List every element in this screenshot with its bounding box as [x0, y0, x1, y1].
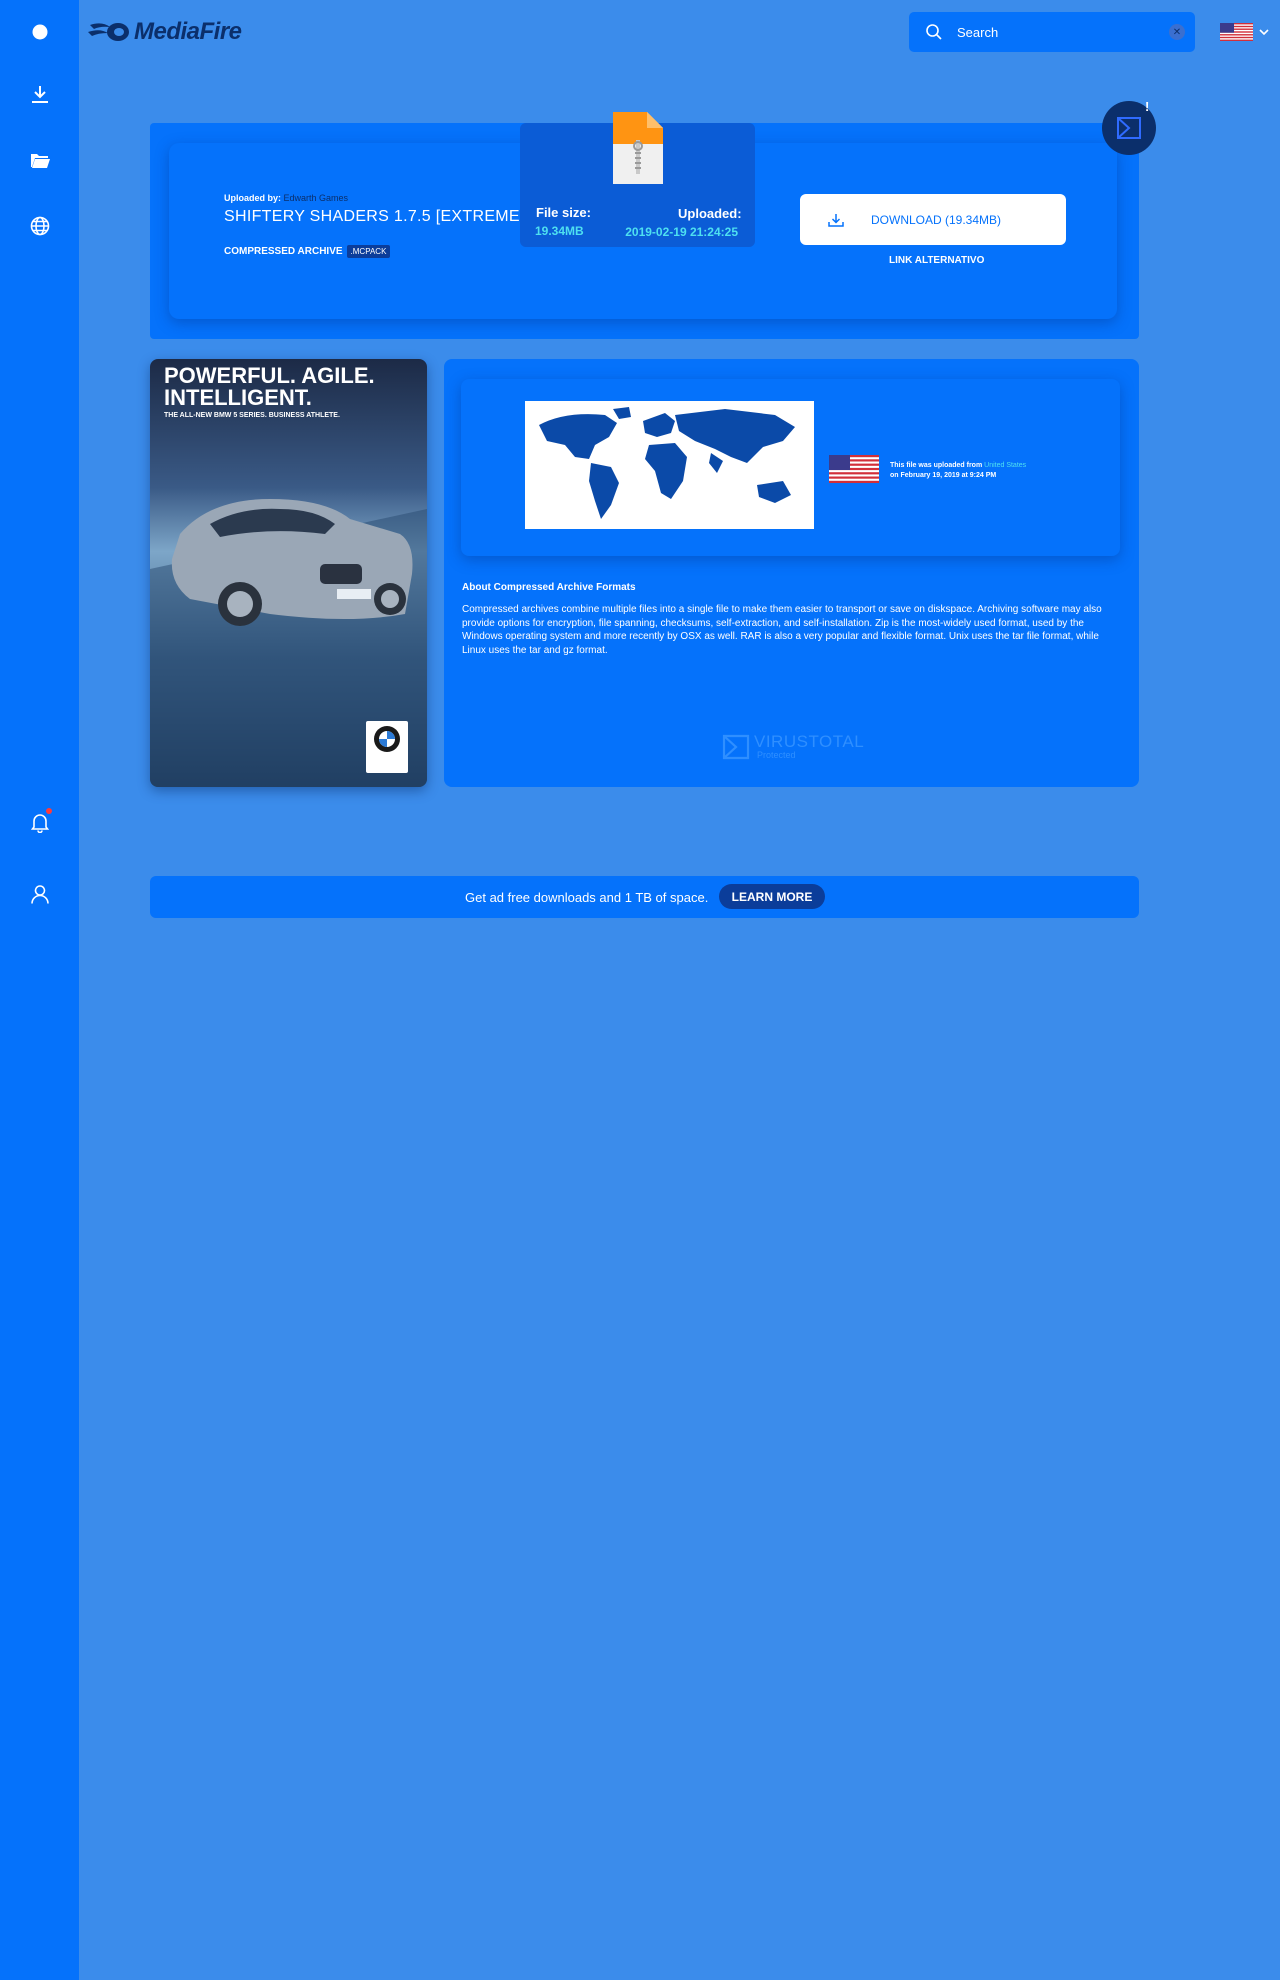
virustotal-name: VIRUSTOTAL — [754, 732, 865, 751]
file-type: COMPRESSED ARCHIVE .MCPACK — [224, 245, 391, 258]
account-button[interactable] — [20, 874, 60, 914]
folder-icon — [31, 154, 50, 168]
mediafire-logo[interactable]: MediaFire — [88, 18, 242, 46]
file-size-label: File size: — [536, 205, 591, 220]
user-icon — [31, 885, 49, 904]
virustotal-protected: VIRUSTOTAL Protected — [722, 733, 864, 761]
uploaded-label: Uploaded: — [678, 206, 742, 221]
uploaded-by: Uploaded by: Edwarth Games — [224, 193, 348, 203]
upload-country: United States — [984, 462, 1027, 469]
bmw-advertisement[interactable]: POWERFUL. AGILE. INTELLIGENT. THE ALL-NE… — [150, 359, 427, 787]
learn-more-button[interactable]: LEARN MORE — [719, 884, 825, 909]
logo-icon — [88, 23, 129, 41]
my-files-button[interactable] — [20, 140, 60, 180]
notification-badge — [46, 808, 52, 814]
virustotal-alert: ! — [1145, 99, 1150, 114]
chevron-down-icon — [1259, 28, 1269, 35]
sidebar — [0, 0, 79, 1980]
world-map — [525, 401, 814, 529]
clear-icon[interactable]: ✕ — [1169, 24, 1185, 40]
file-title: SHIFTERY SHADERS 1.7.5 [EXTREME] — [224, 208, 525, 225]
bell-icon — [30, 814, 50, 833]
logo-text: MediaFire — [134, 18, 242, 45]
about-title: About Compressed Archive Formats — [462, 582, 636, 593]
download-button[interactable]: DOWNLOAD (19.34MB) — [800, 194, 1066, 245]
bmw-roundel-icon — [374, 726, 400, 752]
upload-date-line: on February 19, 2019 at 9:24 PM — [890, 472, 997, 479]
uploaded-value: 2019-02-19 21:24:25 — [625, 225, 738, 239]
us-flag-icon — [829, 455, 879, 483]
upload-location: This file was uploaded from United State… — [890, 461, 1026, 481]
file-type-label: COMPRESSED ARCHIVE — [224, 246, 343, 257]
search-icon[interactable] — [925, 23, 943, 41]
file-size-value: 19.34MB — [535, 224, 584, 238]
download-button-label: DOWNLOAD (19.34MB) — [871, 212, 1002, 227]
about-text: Compressed archives combine multiple fil… — [462, 604, 1102, 656]
virustotal-status: Protected — [757, 750, 796, 760]
language-selector[interactable] — [1220, 23, 1269, 41]
uploader-name[interactable]: Edwarth Games — [284, 193, 349, 203]
circle-icon — [32, 24, 48, 40]
virustotal-icon — [722, 734, 750, 760]
web-button[interactable] — [20, 206, 60, 246]
home-circle-button[interactable] — [20, 12, 60, 52]
download-icon — [828, 213, 844, 227]
downloads-button[interactable] — [20, 74, 60, 114]
globe-icon — [30, 216, 50, 236]
promo-text: Get ad free downloads and 1 TB of space. — [465, 890, 709, 905]
alternative-link[interactable]: LINK ALTERNATIVO — [889, 255, 984, 266]
notifications-button[interactable] — [20, 802, 60, 842]
file-extension-badge: .MCPACK — [346, 245, 391, 258]
search-bar: ✕ — [909, 12, 1195, 52]
upload-location-prefix: This file was uploaded from — [890, 462, 983, 469]
download-icon — [32, 86, 48, 103]
world-map-icon — [539, 407, 795, 519]
virustotal-icon — [1117, 117, 1141, 139]
us-flag-icon — [1220, 23, 1253, 41]
bmw-logo — [366, 721, 408, 773]
zip-file-icon — [613, 112, 663, 184]
uploaded-by-label: Uploaded by: — [224, 193, 282, 203]
search-input[interactable] — [957, 24, 1157, 40]
